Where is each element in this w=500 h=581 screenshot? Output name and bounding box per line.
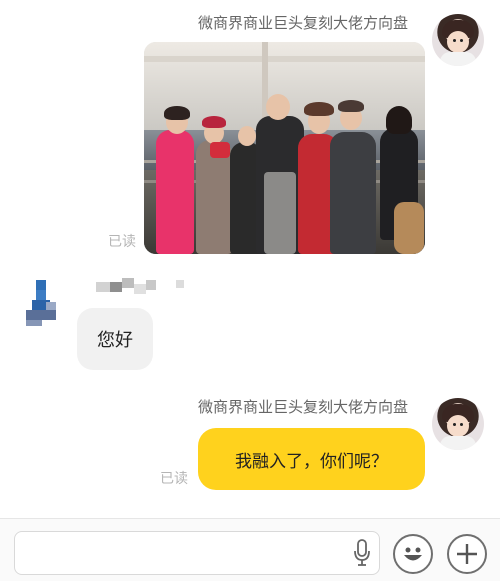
sender-name: 微商界商业巨头复刻大佬方向盘 (198, 398, 409, 416)
plus-icon (457, 544, 477, 564)
message-input[interactable] (14, 531, 380, 575)
smiley-icon (404, 547, 422, 561)
photo-message[interactable] (144, 42, 425, 254)
outgoing-message-bubble[interactable]: 我融入了，你们呢？ (198, 428, 425, 490)
contact-avatar[interactable] (24, 280, 64, 326)
incoming-message-text: 您好 (97, 330, 133, 351)
sender-name: 微商界商业巨头复刻大佬方向盘 (198, 14, 409, 32)
my-avatar[interactable] (432, 14, 484, 66)
read-receipt: 已读 (108, 234, 136, 250)
microphone-icon[interactable] (352, 538, 372, 568)
incoming-message-bubble[interactable]: 您好 (77, 308, 153, 370)
my-avatar[interactable] (432, 398, 484, 450)
emoji-button[interactable] (393, 534, 433, 574)
outgoing-message-text: 我融入了，你们呢？ (235, 451, 388, 472)
read-receipt: 已读 (160, 471, 188, 487)
add-button[interactable] (447, 534, 487, 574)
